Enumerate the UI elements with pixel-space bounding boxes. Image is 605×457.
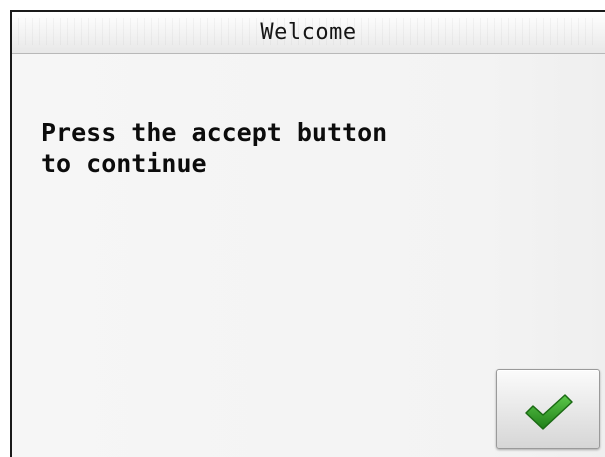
accept-button[interactable]	[496, 369, 600, 449]
welcome-screen: Welcome Press the accept button to conti…	[10, 10, 605, 457]
title-bar: Welcome	[12, 12, 605, 54]
checkmark-icon	[525, 394, 573, 430]
window-title: Welcome	[260, 20, 357, 45]
instruction-message: Press the accept button to continue	[41, 118, 388, 178]
